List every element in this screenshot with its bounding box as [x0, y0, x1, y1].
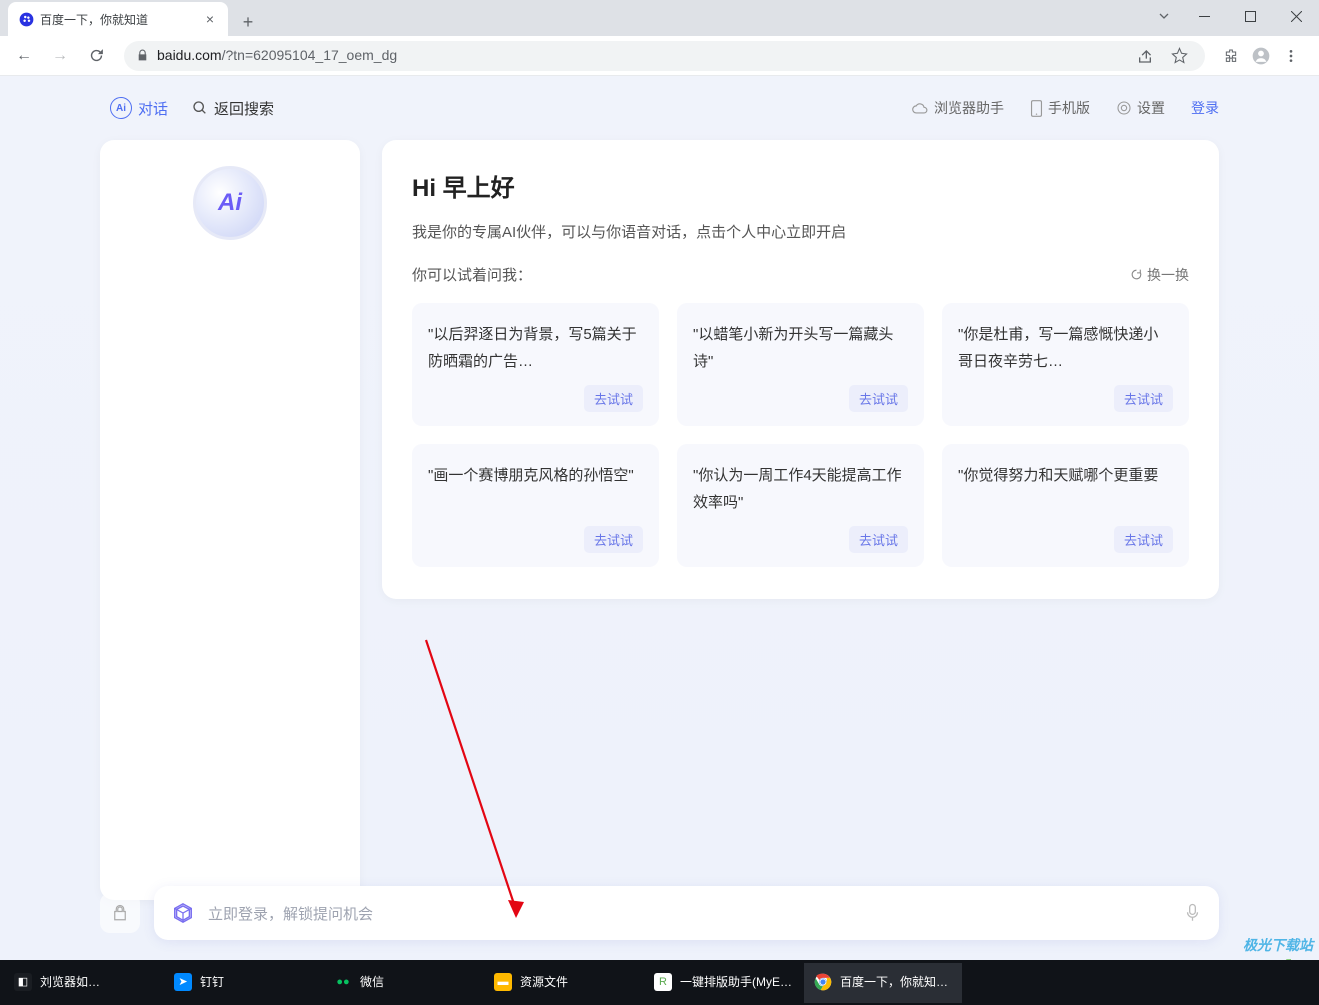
ai-avatar-icon: Ai	[193, 166, 267, 240]
menu-icon[interactable]	[1277, 42, 1305, 70]
taskbar: ◧ 刘览器如… ➤ 钉钉 ●● 微信 ▬ 资源文件 R 一键排版助手(MyE… …	[0, 960, 1319, 1005]
try-button[interactable]: 去试试	[584, 526, 643, 553]
forward-button[interactable]: →	[44, 40, 76, 72]
nav-login-label: 登录	[1191, 98, 1219, 118]
extensions-icon[interactable]	[1217, 42, 1245, 70]
cloud-icon	[912, 101, 929, 115]
tab-close-icon[interactable]: ×	[202, 11, 218, 27]
window-controls	[1147, 0, 1319, 32]
prompt-card[interactable]: "你觉得努力和天赋哪个更重要 去试试	[942, 444, 1189, 567]
left-sidebar: Ai	[100, 140, 360, 900]
chrome-icon	[814, 973, 832, 991]
greeting-subtitle: 我是你的专属AI伙伴，可以与你语音对话，点击个人中心立即开启	[412, 221, 1189, 242]
nav-settings[interactable]: 设置	[1116, 98, 1165, 118]
nav-mobile[interactable]: 手机版	[1030, 98, 1090, 118]
prompt-card[interactable]: "你认为一周工作4天能提高工作效率吗" 去试试	[677, 444, 924, 567]
nav-back-search-label: 返回搜索	[214, 98, 274, 119]
prompt-card[interactable]: "你是杜甫，写一篇感慨快递小哥日夜辛劳七… 去试试	[942, 303, 1189, 426]
try-label: 你可以试着问我：	[412, 264, 532, 285]
chat-input-wrap: 立即登录，解锁提问机会	[100, 886, 1219, 940]
prompt-grid: "以后羿逐日为背景，写5篇关于防晒霜的广告… 去试试 "以蜡笔小新为开头写一篇藏…	[412, 303, 1189, 567]
back-button[interactable]: ←	[8, 40, 40, 72]
taskbar-label: 微信	[360, 973, 384, 990]
greeting-title: Hi 早上好	[412, 168, 1189, 203]
taskbar-item[interactable]: ●● 微信	[324, 963, 482, 1003]
new-tab-button[interactable]: +	[234, 8, 262, 36]
gear-icon	[1116, 100, 1132, 116]
dingtalk-icon: ➤	[174, 973, 192, 991]
taskbar-label: 钉钉	[200, 973, 224, 990]
ai-badge-icon: Ai	[110, 97, 132, 119]
refresh-label: 换一换	[1147, 265, 1189, 285]
nav-chat-label: 对话	[138, 98, 168, 119]
nav-browser-helper-label: 浏览器助手	[934, 98, 1004, 118]
top-navigation: Ai 对话 返回搜索 浏览器助手 手机版 设置 登录	[0, 76, 1319, 140]
nav-mobile-label: 手机版	[1048, 98, 1090, 118]
taskbar-label: 资源文件	[520, 973, 568, 990]
chat-input[interactable]: 立即登录，解锁提问机会	[154, 886, 1219, 940]
phone-icon	[1030, 100, 1043, 117]
browser-tab[interactable]: 百度一下，你就知道 ×	[8, 2, 228, 36]
minimize-button[interactable]	[1181, 0, 1227, 32]
refresh-icon	[1130, 268, 1143, 281]
refresh-button[interactable]: 换一换	[1130, 265, 1189, 285]
lock-button[interactable]	[100, 893, 140, 933]
reload-button[interactable]	[80, 40, 112, 72]
taskbar-item[interactable]: 百度一下，你就知…	[804, 963, 962, 1003]
main-panel: Hi 早上好 我是你的专属AI伙伴，可以与你语音对话，点击个人中心立即开启 你可…	[382, 140, 1219, 900]
search-icon	[192, 100, 208, 116]
prompt-card[interactable]: "以蜡笔小新为开头写一篇藏头诗" 去试试	[677, 303, 924, 426]
try-button[interactable]: 去试试	[1114, 385, 1173, 412]
share-icon[interactable]	[1131, 42, 1159, 70]
taskbar-item[interactable]: ◧ 刘览器如…	[4, 963, 162, 1003]
lock-icon	[136, 49, 149, 62]
prompt-text: "你是杜甫，写一篇感慨快递小哥日夜辛劳七…	[958, 321, 1173, 375]
prompt-text: "你认为一周工作4天能提高工作效率吗"	[693, 462, 908, 516]
greeting-card: Hi 早上好 我是你的专属AI伙伴，可以与你语音对话，点击个人中心立即开启 你可…	[382, 140, 1219, 599]
try-button[interactable]: 去试试	[584, 385, 643, 412]
nav-login[interactable]: 登录	[1191, 98, 1219, 118]
cube-icon	[172, 902, 194, 924]
taskbar-label: 百度一下，你就知…	[840, 973, 948, 990]
prompt-card[interactable]: "画一个赛博朋克风格的孙悟空" 去试试	[412, 444, 659, 567]
prompt-text: "以蜡笔小新为开头写一篇藏头诗"	[693, 321, 908, 375]
taskbar-item[interactable]: ▬ 资源文件	[484, 963, 642, 1003]
chevron-down-icon[interactable]	[1147, 0, 1181, 32]
nav-browser-helper[interactable]: 浏览器助手	[912, 98, 1004, 118]
prompt-text: "你觉得努力和天赋哪个更重要	[958, 462, 1173, 516]
taskbar-item[interactable]: ➤ 钉钉	[164, 963, 322, 1003]
page-content: Ai 对话 返回搜索 浏览器助手 手机版 设置 登录	[0, 76, 1319, 960]
nav-settings-label: 设置	[1137, 98, 1165, 118]
tab-strip: 百度一下，你就知道 × +	[0, 0, 262, 36]
taskbar-label: 刘览器如…	[40, 973, 100, 990]
profile-icon[interactable]	[1247, 42, 1275, 70]
nav-back-search[interactable]: 返回搜索	[192, 98, 274, 119]
prompt-text: "以后羿逐日为背景，写5篇关于防晒霜的广告…	[428, 321, 643, 375]
url-field[interactable]: baidu.com/?tn=62095104_17_oem_dg	[124, 41, 1205, 71]
try-button[interactable]: 去试试	[849, 526, 908, 553]
mic-icon[interactable]	[1184, 903, 1201, 923]
bookmark-icon[interactable]	[1165, 42, 1193, 70]
wechat-icon: ●●	[334, 973, 352, 991]
input-placeholder: 立即登录，解锁提问机会	[208, 903, 1170, 924]
window-titlebar: 百度一下，你就知道 × +	[0, 0, 1319, 36]
taskbar-item[interactable]: R 一键排版助手(MyE…	[644, 963, 802, 1003]
folder-icon: ▬	[494, 973, 512, 991]
url-text: baidu.com/?tn=62095104_17_oem_dg	[157, 47, 397, 65]
prompt-card[interactable]: "以后羿逐日为背景，写5篇关于防晒霜的广告… 去试试	[412, 303, 659, 426]
tab-title: 百度一下，你就知道	[40, 11, 196, 28]
try-button[interactable]: 去试试	[1114, 526, 1173, 553]
prompt-text: "画一个赛博朋克风格的孙悟空"	[428, 462, 643, 516]
address-bar: ← → baidu.com/?tn=62095104_17_oem_dg	[0, 36, 1319, 76]
app-icon: ◧	[14, 973, 32, 991]
app-icon: R	[654, 973, 672, 991]
nav-chat[interactable]: Ai 对话	[110, 97, 168, 119]
baidu-favicon-icon	[18, 11, 34, 27]
taskbar-label: 一键排版助手(MyE…	[680, 973, 792, 990]
try-button[interactable]: 去试试	[849, 385, 908, 412]
close-window-button[interactable]	[1273, 0, 1319, 32]
maximize-button[interactable]	[1227, 0, 1273, 32]
